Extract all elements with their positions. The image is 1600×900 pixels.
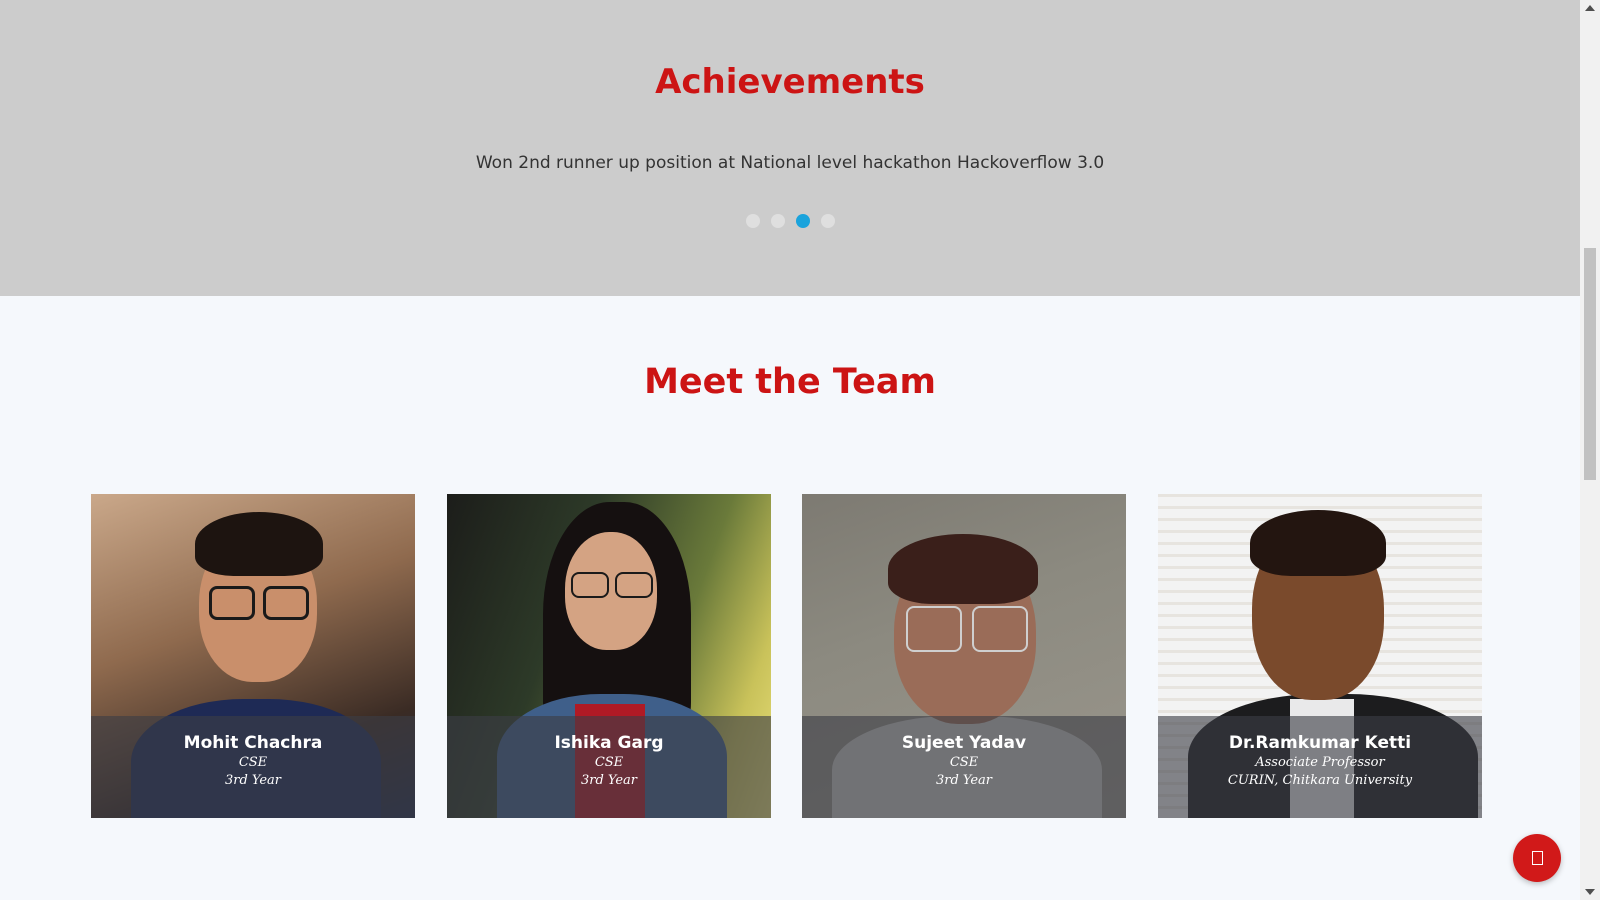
member-department: CSE [949,755,979,770]
team-card[interactable]: Ishika Garg CSE 3rd Year [447,494,771,818]
member-designation: Associate Professor [1255,755,1385,770]
member-name: Ishika Garg [554,733,664,753]
team-card[interactable]: Dr.Ramkumar Ketti Associate Professor CU… [1158,494,1482,818]
member-year: 3rd Year [935,773,993,788]
achievements-title: Achievements [655,62,925,102]
scroll-up-icon[interactable] [1585,5,1595,11]
member-caption: Sujeet Yadav CSE 3rd Year [802,716,1126,818]
carousel-dot-1[interactable] [745,214,760,228]
member-caption: Ishika Garg CSE 3rd Year [447,716,771,818]
member-name: Dr.Ramkumar Ketti [1228,733,1412,753]
scroll-down-icon[interactable] [1585,889,1595,895]
member-name: Mohit Chachra [183,733,323,753]
member-year: 3rd Year [224,773,282,788]
chat-icon [1531,851,1543,865]
team-card[interactable]: Sujeet Yadav CSE 3rd Year [802,494,1126,818]
member-caption: Mohit Chachra CSE 3rd Year [91,716,415,818]
member-department: CSE [594,755,624,770]
main-content: Achievements Won 2nd runner up position … [0,0,1580,900]
member-year: 3rd Year [580,773,638,788]
achievement-slide-text: Won 2nd runner up position at National l… [475,153,1105,173]
carousel-dot-2[interactable] [770,214,785,228]
vertical-scrollbar[interactable] [1580,0,1600,900]
carousel-indicators [0,214,1580,228]
page: Achievements Won 2nd runner up position … [0,0,1600,900]
member-caption: Dr.Ramkumar Ketti Associate Professor CU… [1158,716,1482,818]
member-affiliation: CURIN, Chitkara University [1227,773,1413,788]
scrollbar-thumb[interactable] [1584,248,1596,480]
achievements-section: Achievements Won 2nd runner up position … [0,0,1580,296]
member-department: CSE [238,755,268,770]
team-card[interactable]: Mohit Chachra CSE 3rd Year [91,494,415,818]
carousel-dot-4[interactable] [820,214,835,228]
member-name: Sujeet Yadav [901,733,1027,753]
carousel-dot-3[interactable] [795,214,810,228]
floating-action-button[interactable] [1513,834,1561,882]
team-title: Meet the Team [644,362,936,402]
